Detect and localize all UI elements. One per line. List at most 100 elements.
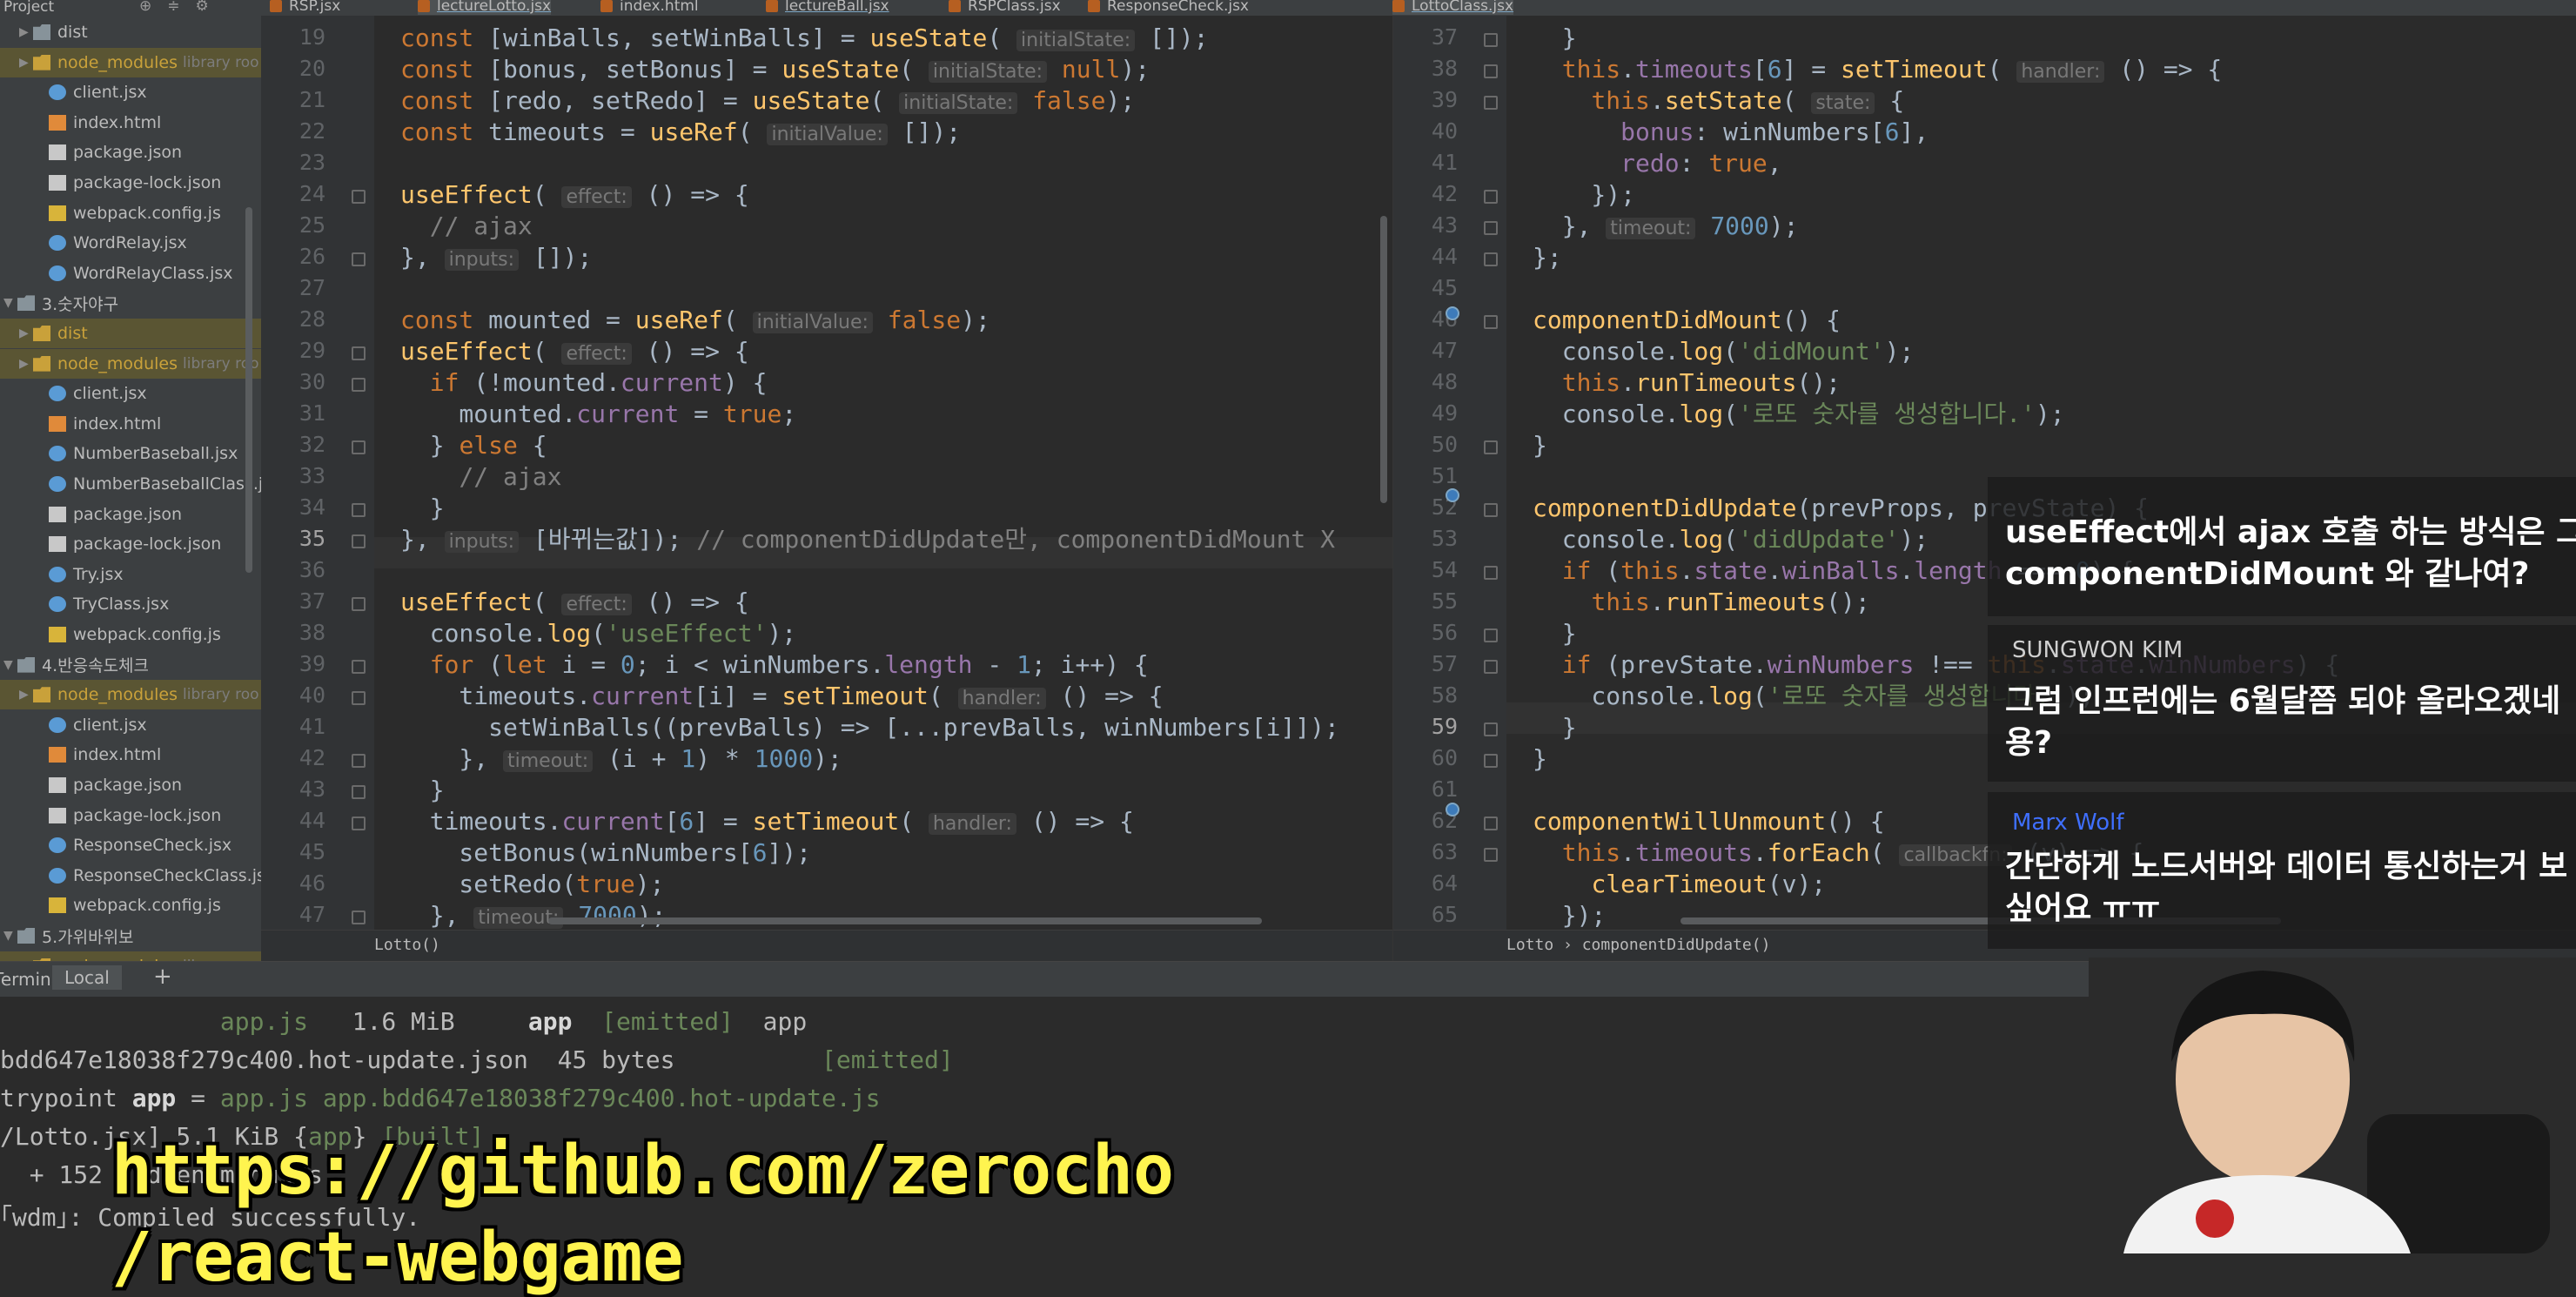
code-line[interactable]: componentDidMount() { bbox=[1533, 305, 1841, 336]
code-line[interactable]: }; bbox=[1533, 242, 1562, 273]
fold-marker-icon[interactable] bbox=[1484, 817, 1498, 830]
project-tree-item[interactable]: ▶ dist bbox=[0, 17, 261, 47]
project-tree-item[interactable]: WordRelayClass.jsx bbox=[0, 259, 261, 288]
fold-marker-icon[interactable] bbox=[352, 190, 366, 204]
code-line[interactable]: const mounted = useRef( initialValue: fa… bbox=[400, 305, 990, 339]
project-tree-item[interactable]: client.jsx bbox=[0, 710, 261, 740]
code-line[interactable]: } bbox=[400, 493, 445, 524]
chevron-right-icon[interactable]: ▶ bbox=[19, 326, 33, 340]
code-line[interactable]: const [redo, setRedo] = useState( initia… bbox=[400, 85, 1135, 119]
fold-marker-icon[interactable] bbox=[352, 378, 366, 392]
code-line[interactable]: this.timeouts[6] = setTimeout( handler: … bbox=[1533, 54, 2223, 88]
code-line[interactable]: console.log('didMount'); bbox=[1533, 336, 1915, 367]
fold-marker-icon[interactable] bbox=[1484, 96, 1498, 110]
chevron-right-icon[interactable]: ▶ bbox=[19, 25, 33, 39]
breadcrumb-item[interactable]: Lotto › componentDidUpdate() bbox=[1506, 936, 1770, 954]
code-line[interactable]: setRedo(true); bbox=[400, 869, 664, 900]
code-line[interactable]: const [winBalls, setWinBalls] = useState… bbox=[400, 23, 1208, 57]
project-tree-item[interactable]: package.json bbox=[0, 500, 261, 529]
chevron-down-icon[interactable]: ▼ bbox=[3, 658, 17, 672]
fold-marker-icon[interactable] bbox=[352, 252, 366, 266]
fold-marker-icon[interactable] bbox=[1484, 722, 1498, 736]
fold-marker-icon[interactable] bbox=[352, 817, 366, 830]
code-line[interactable]: setWinBalls((prevBalls) => [...prevBalls… bbox=[400, 712, 1339, 743]
code-line[interactable]: }, timeout: (i + 1) * 1000); bbox=[400, 743, 842, 777]
project-tree-item[interactable]: package.json bbox=[0, 770, 261, 800]
project-tree-item[interactable]: package-lock.json bbox=[0, 801, 261, 830]
code-line[interactable]: // ajax bbox=[400, 211, 533, 242]
code-line[interactable]: for (let i = 0; i < winNumbers.length - … bbox=[400, 649, 1149, 681]
code-line[interactable]: } bbox=[1533, 618, 1577, 649]
override-marker-icon[interactable] bbox=[1446, 803, 1459, 817]
fold-marker-icon[interactable] bbox=[1484, 754, 1498, 768]
tab-file[interactable]: LottoClass.jsx bbox=[1392, 0, 1514, 15]
fold-marker-icon[interactable] bbox=[352, 691, 366, 705]
project-tree-item[interactable]: index.html bbox=[0, 108, 261, 138]
project-tree-item[interactable]: ▶ dist bbox=[0, 319, 261, 348]
code-line[interactable]: this.setState( state: { bbox=[1533, 85, 1904, 119]
project-tree-item[interactable]: ResponseCheck.jsx bbox=[0, 830, 261, 860]
project-tree-item[interactable]: NumberBaseball.jsx bbox=[0, 439, 261, 468]
code-line[interactable]: timeouts.current[6] = setTimeout( handle… bbox=[400, 806, 1134, 840]
code-line[interactable]: } bbox=[400, 775, 445, 806]
editor-left-breadcrumbs[interactable]: Lotto() bbox=[261, 930, 1392, 961]
editor-left-hscrollbar[interactable] bbox=[548, 917, 1262, 924]
project-tree-item[interactable]: webpack.config.js bbox=[0, 620, 261, 649]
code-line[interactable]: this.runTimeouts(); bbox=[1533, 367, 1841, 399]
project-tree-item[interactable]: ▶node_moduleslibrary roo bbox=[0, 680, 261, 710]
fold-marker-icon[interactable] bbox=[352, 785, 366, 799]
fold-marker-icon[interactable] bbox=[352, 597, 366, 611]
project-tree-item[interactable]: ▶node_moduleslibrary roo bbox=[0, 951, 261, 961]
project-tree-item[interactable]: webpack.config.js bbox=[0, 890, 261, 920]
code-line[interactable]: console.log('useEffect'); bbox=[400, 618, 796, 649]
chevron-down-icon[interactable]: ▼ bbox=[3, 296, 17, 310]
code-line[interactable]: useEffect( effect: () => { bbox=[400, 336, 749, 370]
code-line[interactable]: }, inputs: [바뀌는값]); // componentDidUpdat… bbox=[400, 524, 1335, 558]
override-marker-icon[interactable] bbox=[1446, 306, 1459, 320]
code-line[interactable]: if (!mounted.current) { bbox=[400, 367, 768, 399]
code-line[interactable]: } bbox=[1533, 430, 1547, 461]
code-line[interactable]: }); bbox=[1533, 900, 1607, 931]
project-tree-item[interactable]: WordRelay.jsx bbox=[0, 228, 261, 258]
fold-marker-icon[interactable] bbox=[1484, 660, 1498, 674]
fold-marker-icon[interactable] bbox=[1484, 33, 1498, 47]
project-tree-item[interactable]: index.html bbox=[0, 409, 261, 439]
tab-file[interactable]: index.html bbox=[600, 0, 699, 15]
fold-marker-icon[interactable] bbox=[1484, 64, 1498, 78]
code-line[interactable]: clearTimeout(v); bbox=[1533, 869, 1826, 900]
code-line[interactable]: this.runTimeouts(); bbox=[1533, 587, 1869, 618]
fold-marker-icon[interactable] bbox=[352, 440, 366, 454]
project-tree-item[interactable]: NumberBaseballClass.jsx bbox=[0, 469, 261, 499]
code-line[interactable]: }, inputs: []); bbox=[400, 242, 592, 276]
code-line[interactable]: timeouts.current[i] = setTimeout( handle… bbox=[400, 681, 1163, 715]
project-tree-item[interactable]: package-lock.json bbox=[0, 168, 261, 198]
fold-marker-icon[interactable] bbox=[352, 660, 366, 674]
project-tree-item[interactable]: webpack.config.js bbox=[0, 198, 261, 228]
fold-marker-icon[interactable] bbox=[1484, 566, 1498, 580]
code-line[interactable]: } bbox=[1533, 743, 1547, 775]
code-line[interactable]: componentWillUnmount() { bbox=[1533, 806, 1885, 837]
breadcrumb-item[interactable]: Lotto() bbox=[374, 936, 440, 954]
fold-marker-icon[interactable] bbox=[1484, 315, 1498, 329]
chevron-right-icon[interactable]: ▶ bbox=[19, 688, 33, 702]
code-line[interactable]: redo: true, bbox=[1533, 148, 1781, 179]
tab-terminal-local[interactable]: Local bbox=[52, 965, 122, 990]
fold-marker-icon[interactable] bbox=[1484, 190, 1498, 204]
project-tree-item[interactable]: ▼ 3.숫자야구 bbox=[0, 288, 261, 318]
fold-marker-icon[interactable] bbox=[352, 754, 366, 768]
project-tree-item[interactable]: client.jsx bbox=[0, 77, 261, 107]
fold-marker-icon[interactable] bbox=[1484, 628, 1498, 642]
fold-marker-icon[interactable] bbox=[1484, 440, 1498, 454]
code-line[interactable]: console.log('didUpdate'); bbox=[1533, 524, 1929, 555]
project-tree-item[interactable]: package-lock.json bbox=[0, 529, 261, 559]
project-tree-item[interactable]: ResponseCheckClass.jsx bbox=[0, 861, 261, 890]
chevron-right-icon[interactable]: ▶ bbox=[19, 357, 33, 371]
project-tree-item[interactable]: index.html bbox=[0, 740, 261, 769]
project-tree-item[interactable]: ▼ 4.반응속도체크 bbox=[0, 650, 261, 680]
code-line[interactable]: } bbox=[1533, 712, 1577, 743]
code-line[interactable]: const timeouts = useRef( initialValue: [… bbox=[400, 117, 961, 151]
fold-marker-icon[interactable] bbox=[352, 503, 366, 517]
fold-marker-icon[interactable] bbox=[352, 911, 366, 924]
chevron-right-icon[interactable]: ▶ bbox=[19, 56, 33, 70]
code-line[interactable]: console.log('로또 숫자를 생성합니다.'); bbox=[1533, 399, 2065, 430]
